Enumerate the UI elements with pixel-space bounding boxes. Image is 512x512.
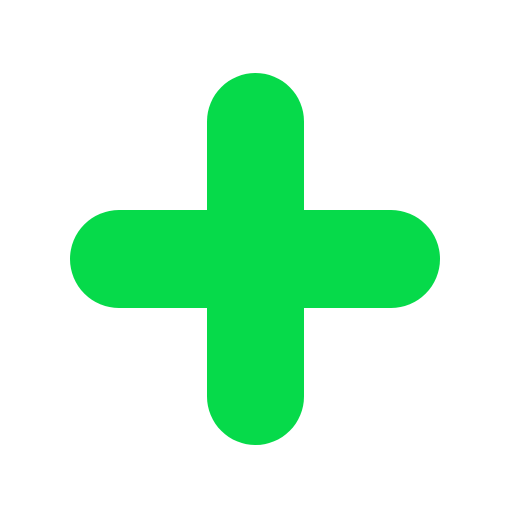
plus-horizontal-bar: [70, 210, 440, 308]
icon-canvas: [0, 0, 512, 512]
plus-icon: [70, 73, 440, 445]
